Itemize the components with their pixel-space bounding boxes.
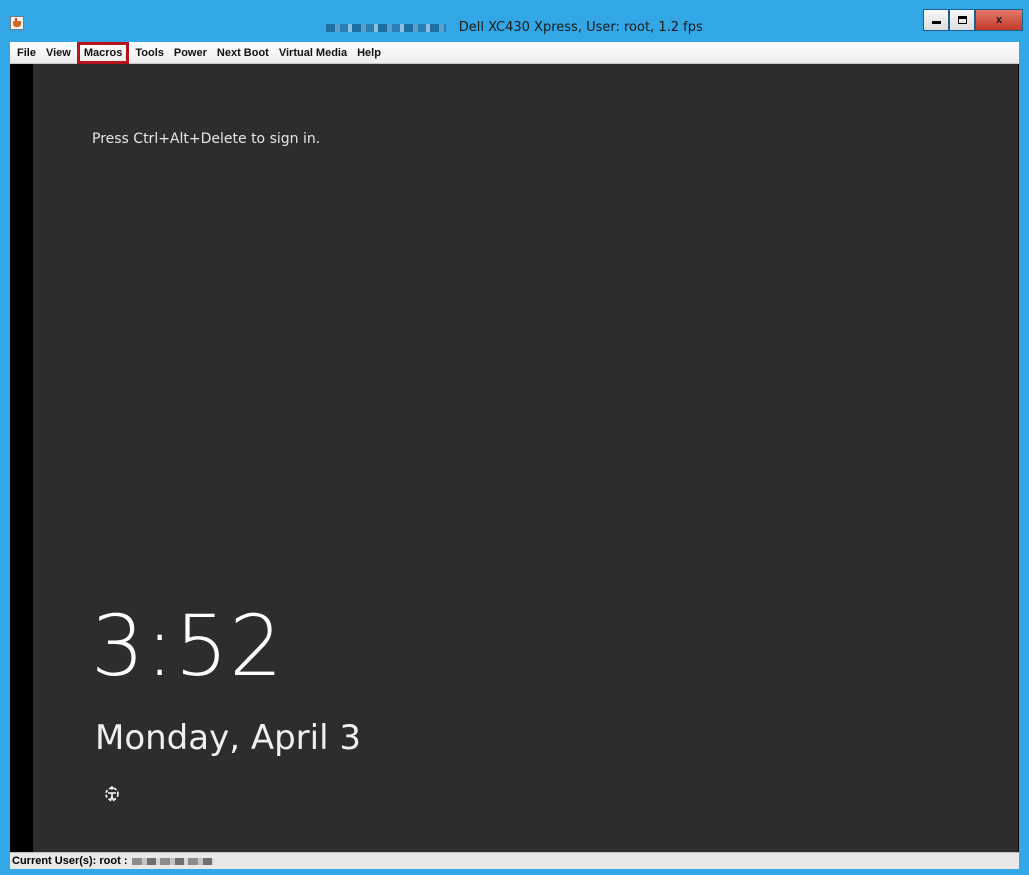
title-container: Dell XC430 Xpress, User: root, 1.2 fps	[0, 19, 1029, 37]
close-button[interactable]: x	[975, 9, 1023, 31]
menu-virtual-media[interactable]: Virtual Media	[275, 45, 351, 61]
menu-help[interactable]: Help	[353, 45, 385, 61]
lock-screen-time: 3:52	[91, 597, 284, 695]
menu-tools[interactable]: Tools	[131, 45, 168, 61]
redacted-hostname	[326, 23, 447, 32]
sign-in-prompt: Press Ctrl+Alt+Delete to sign in.	[92, 131, 321, 147]
maximize-icon	[957, 16, 967, 24]
ease-of-access-icon[interactable]	[102, 784, 122, 804]
title-bar[interactable]: Dell XC430 Xpress, User: root, 1.2 fps x	[0, 0, 1029, 38]
maximize-button[interactable]	[949, 9, 975, 31]
minimize-icon	[931, 21, 941, 24]
current-users-label: Current User(s): root :	[12, 855, 128, 867]
window-title: Dell XC430 Xpress, User: root, 1.2 fps	[458, 20, 703, 36]
kvm-viewer-window: Dell XC430 Xpress, User: root, 1.2 fps x…	[0, 0, 1029, 875]
close-icon: x	[995, 14, 1003, 26]
remote-console-area[interactable]: Press Ctrl+Alt+Delete to sign in. 3:52 M…	[10, 64, 1019, 852]
menu-next-boot[interactable]: Next Boot	[213, 45, 273, 61]
minimize-button[interactable]	[923, 9, 949, 31]
lock-screen-date: Monday, April 3	[95, 718, 361, 758]
menu-file[interactable]: File	[13, 45, 40, 61]
menu-power[interactable]: Power	[170, 45, 211, 61]
remote-lock-screen[interactable]: Press Ctrl+Alt+Delete to sign in. 3:52 M…	[33, 64, 1018, 852]
menu-macros[interactable]: Macros	[76, 41, 130, 64]
redacted-user-address	[131, 857, 214, 865]
menu-view[interactable]: View	[42, 45, 75, 61]
menu-bar: File View Macros Tools Power Next Boot V…	[10, 41, 1019, 64]
status-bar: Current User(s): root :	[10, 852, 1019, 869]
window-controls: x	[923, 9, 1023, 31]
